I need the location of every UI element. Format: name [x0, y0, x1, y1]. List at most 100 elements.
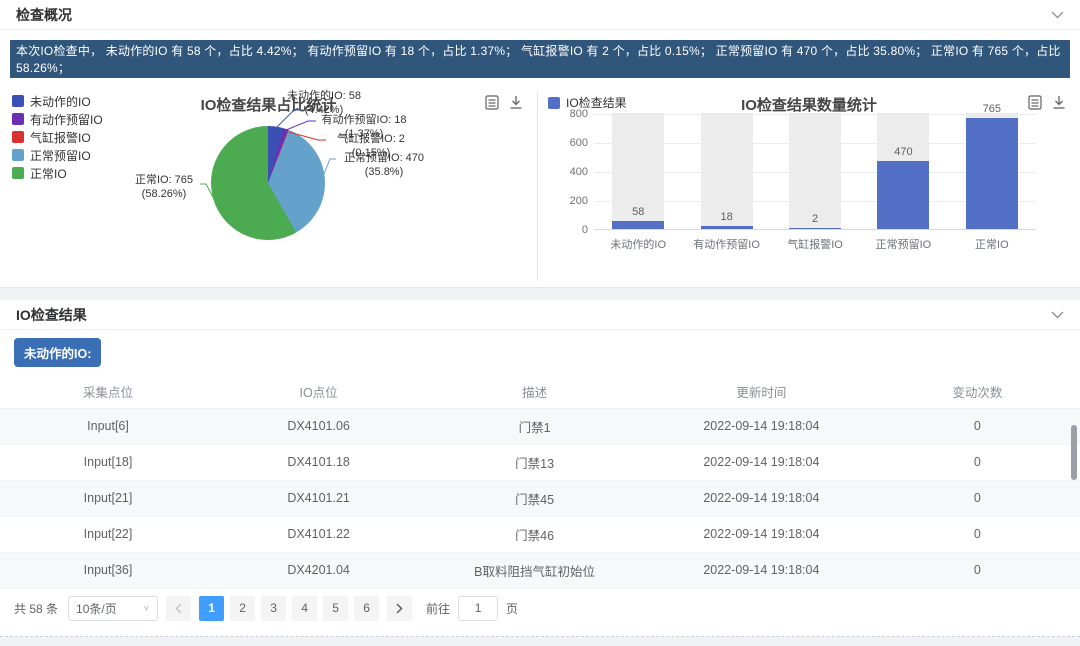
legend-swatch: [12, 131, 24, 143]
bar-value-label: 18: [682, 211, 770, 223]
bar-slot: 18有动作预留IO: [682, 114, 770, 229]
pie-label: 正常IO: 765(58.26%): [126, 174, 202, 202]
category-badge[interactable]: 未动作的IO:: [14, 338, 101, 367]
bar-slot: 470正常预留IO: [859, 114, 947, 229]
table-header-cell: 描述: [421, 375, 648, 408]
legend-label: 未动作的IO: [30, 93, 91, 110]
chevron-left-icon: [175, 603, 182, 614]
table-cell: DX4101.22: [216, 516, 421, 552]
legend-swatch: [12, 149, 24, 161]
bar-series: 58未动作的IO18有动作预留IO2气缸报警IO470正常预留IO765正常IO: [594, 114, 1036, 229]
bar[interactable]: [612, 221, 664, 229]
pie-legend-item[interactable]: 未动作的IO: [12, 92, 103, 110]
table-cell: 2022-09-14 19:18:04: [648, 480, 875, 516]
overview-panel: 检查概况 本次IO检查中， 未动作的IO 有 58 个，占比 4.42%； 有动…: [0, 0, 1080, 288]
pie-legend-item[interactable]: 有动作预留IO: [12, 110, 103, 128]
legend-swatch: [12, 95, 24, 107]
page-unit-label: 页: [506, 600, 518, 617]
page-button[interactable]: 5: [323, 596, 348, 621]
overview-header: 检查概况: [0, 0, 1080, 30]
download-icon[interactable]: [509, 95, 523, 110]
table-cell: DX4101.06: [216, 408, 421, 444]
table-cell: 2022-09-14 19:18:04: [648, 516, 875, 552]
table-cell: Input[18]: [0, 444, 216, 480]
bar-value-label: 58: [594, 206, 682, 218]
page-size-value: 10条/页: [76, 600, 117, 617]
y-axis-tick: 200: [570, 195, 588, 207]
pie-legend-item[interactable]: 正常预留IO: [12, 146, 103, 164]
bar-value-label: 470: [859, 146, 947, 158]
chevron-down-icon: [1051, 11, 1064, 19]
goto-page-input[interactable]: [458, 596, 498, 621]
collapse-overview-button[interactable]: [1051, 11, 1064, 19]
pie-label: 正常预留IO: 470(35.8%): [334, 152, 434, 180]
table-cell: DX4101.21: [216, 480, 421, 516]
table-cell: Input[21]: [0, 480, 216, 516]
data-view-icon[interactable]: [485, 95, 499, 110]
next-page-button[interactable]: [387, 596, 412, 621]
page-button[interactable]: 4: [292, 596, 317, 621]
bar-slot: 58未动作的IO: [594, 114, 682, 229]
chevron-right-icon: [396, 603, 403, 614]
page-button[interactable]: 2: [230, 596, 255, 621]
total-count: 共 58 条: [14, 600, 58, 617]
pagination-bar: 共 58 条 10条/页 ∨ 123456 前往 页: [0, 589, 1080, 628]
legend-label: 正常IO: [30, 165, 67, 182]
legend-swatch: [12, 167, 24, 179]
download-icon[interactable]: [1052, 95, 1066, 110]
chevron-down-icon: ∨: [143, 604, 150, 613]
legend-label: 正常预留IO: [30, 147, 91, 164]
table-cell: 2022-09-14 19:18:04: [648, 408, 875, 444]
table-header-cell: 采集点位: [0, 375, 216, 408]
table-cell: Input[22]: [0, 516, 216, 552]
collapse-results-button[interactable]: [1051, 311, 1064, 319]
bar[interactable]: [966, 118, 1018, 229]
goto-label: 前往: [426, 600, 450, 617]
badge-row: 未动作的IO:: [0, 330, 1080, 375]
table-row[interactable]: Input[18]DX4101.18门禁132022-09-14 19:18:0…: [0, 444, 1080, 480]
table-cell: 0: [875, 408, 1080, 444]
results-header: IO检查结果: [0, 300, 1080, 330]
page-button[interactable]: 3: [261, 596, 286, 621]
table-row[interactable]: Input[22]DX4101.22门禁462022-09-14 19:18:0…: [0, 516, 1080, 552]
table-row[interactable]: Input[6]DX4101.06门禁12022-09-14 19:18:040: [0, 408, 1080, 444]
table-cell: 门禁1: [421, 408, 648, 444]
y-axis: 0200400600800: [544, 114, 588, 230]
legend-label: 有动作预留IO: [30, 111, 103, 128]
summary-banner: 本次IO检查中， 未动作的IO 有 58 个，占比 4.42%； 有动作预留IO…: [10, 40, 1070, 78]
table-cell: 门禁45: [421, 480, 648, 516]
table-cell: 0: [875, 444, 1080, 480]
table-cell: Input[6]: [0, 408, 216, 444]
table-cell: 门禁46: [421, 516, 648, 552]
results-panel: IO检查结果 未动作的IO: 采集点位IO点位描述更新时间变动次数 Input[…: [0, 300, 1080, 637]
pie-legend-item[interactable]: 气缸报警IO: [12, 128, 103, 146]
results-table: 采集点位IO点位描述更新时间变动次数 Input[6]DX4101.06门禁12…: [0, 375, 1080, 589]
page-size-select[interactable]: 10条/页 ∨: [68, 596, 158, 621]
prev-page-button[interactable]: [166, 596, 191, 621]
pie-legend: 未动作的IO有动作预留IO气缸报警IO正常预留IO正常IO: [12, 92, 103, 182]
table-header-cell: IO点位: [216, 375, 421, 408]
bar[interactable]: [701, 226, 753, 229]
table-header-row: 采集点位IO点位描述更新时间变动次数: [0, 375, 1080, 408]
overview-title: 检查概况: [16, 5, 72, 25]
y-axis-tick: 800: [570, 108, 588, 120]
vertical-scrollbar[interactable]: [1071, 425, 1077, 480]
table-row[interactable]: Input[21]DX4101.21门禁452022-09-14 19:18:0…: [0, 480, 1080, 516]
table-cell: 0: [875, 516, 1080, 552]
y-axis-tick: 400: [570, 166, 588, 178]
bar-value-label: 765: [948, 103, 1036, 115]
table-cell: DX4101.18: [216, 444, 421, 480]
charts-row: IO检查结果占比统计 未动作的IO有动作预留IO气缸报警IO正常预留IO正常IO…: [0, 88, 1080, 285]
page-button[interactable]: 1: [199, 596, 224, 621]
page-button[interactable]: 6: [354, 596, 379, 621]
table-row[interactable]: Input[36]DX4201.04B取料阻挡气缸初始位2022-09-14 1…: [0, 552, 1080, 588]
bar[interactable]: [789, 228, 841, 229]
pie-legend-item[interactable]: 正常IO: [12, 164, 103, 182]
pie-chart: IO检查结果占比统计 未动作的IO有动作预留IO气缸报警IO正常预留IO正常IO…: [0, 88, 537, 285]
table-cell: B取料阻挡气缸初始位: [421, 552, 648, 588]
pie[interactable]: [211, 126, 325, 240]
chevron-down-icon: [1051, 311, 1064, 319]
bar[interactable]: [877, 161, 929, 229]
table-header-cell: 变动次数: [875, 375, 1080, 408]
x-axis-label: 正常IO: [940, 236, 1044, 252]
